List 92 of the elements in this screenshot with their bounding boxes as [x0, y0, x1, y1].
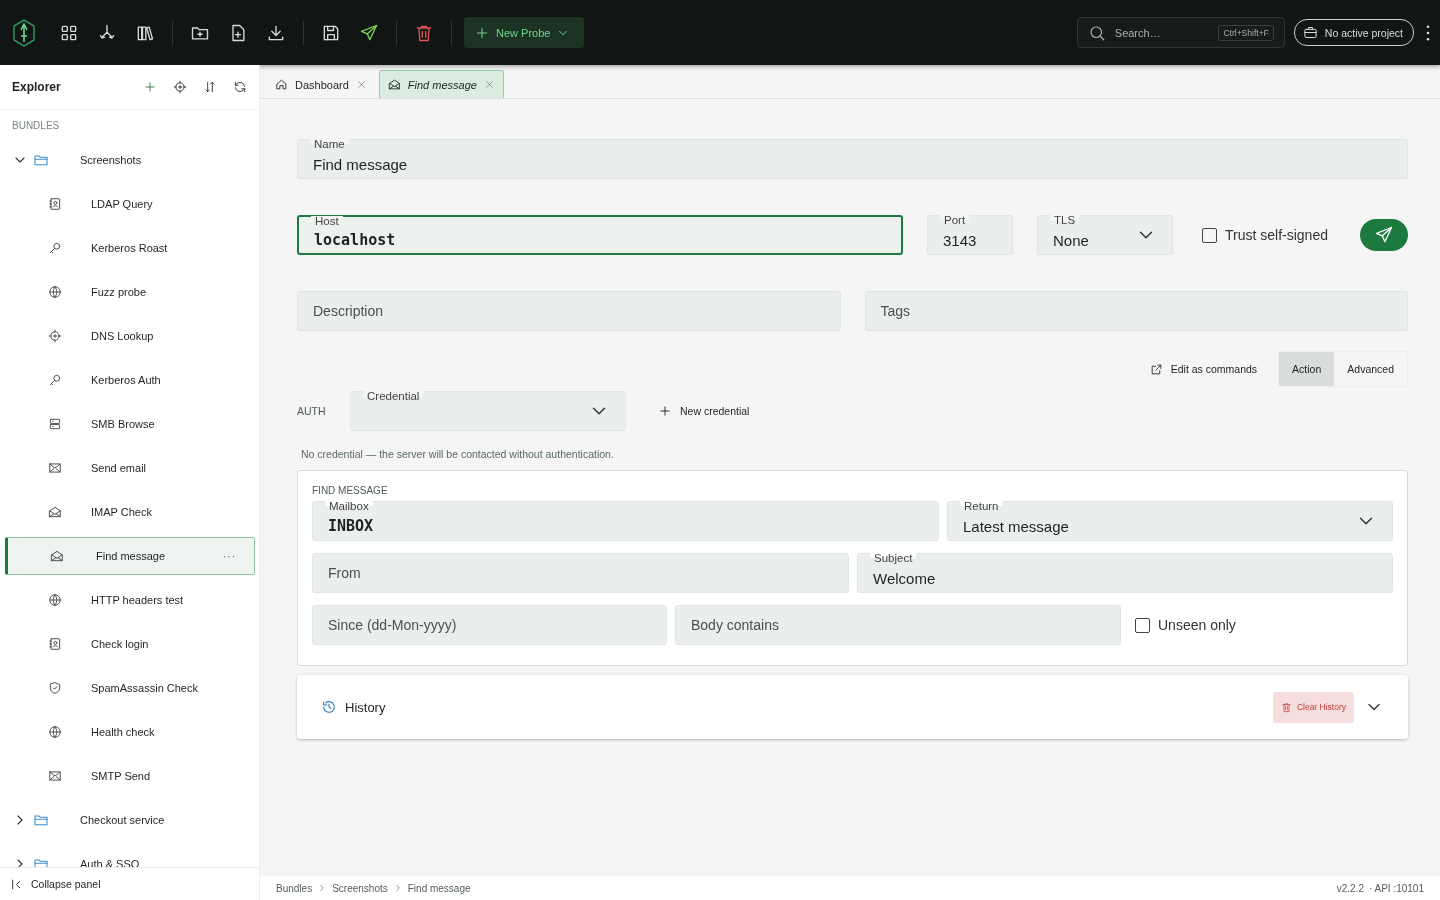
- globe-icon: [48, 285, 62, 299]
- tab[interactable]: Find message: [378, 70, 504, 98]
- section-label: AUTH: [297, 405, 327, 417]
- search-field[interactable]: Search…: [1114, 26, 1210, 39]
- tree-item[interactable]: Find message ···: [5, 537, 255, 575]
- tls-dropdown[interactable]: TLS None: [1037, 215, 1173, 255]
- tree-item[interactable]: IMAP Check: [5, 490, 255, 534]
- key-icon: [48, 373, 62, 387]
- external-link-icon: [1149, 362, 1163, 376]
- globe-icon: [48, 725, 62, 739]
- body-field[interactable]: Body contains: [675, 605, 1121, 645]
- tree-item[interactable]: Check login: [5, 622, 255, 666]
- send-icon: [1374, 225, 1394, 245]
- folder-icon: [33, 152, 49, 168]
- tree-item[interactable]: Kerberos Roast: [5, 226, 255, 270]
- clear-history-button[interactable]: Clear History: [1272, 691, 1354, 723]
- breadcrumb-link[interactable]: Screenshots: [332, 882, 388, 894]
- target-icon: [173, 80, 187, 94]
- history-icon: [321, 699, 337, 715]
- menu-button[interactable]: [1426, 24, 1430, 41]
- tree-item[interactable]: SpamAssassin Check: [5, 666, 255, 710]
- logo-icon: [12, 18, 36, 47]
- more-menu[interactable]: ···: [223, 550, 236, 562]
- tree-item[interactable]: HTTP headers test: [5, 578, 255, 622]
- tab[interactable]: Dashboard: [266, 70, 376, 98]
- panel-title: History: [345, 699, 387, 715]
- description-field[interactable]: Description: [297, 291, 841, 331]
- sort-icon: [203, 80, 217, 94]
- target-icon: [48, 329, 62, 343]
- menu-icon: [1426, 24, 1430, 41]
- credential-dropdown[interactable]: Credential: [350, 391, 626, 431]
- search-icon: [1087, 23, 1106, 42]
- new-credential-button[interactable]: New credential: [658, 404, 750, 418]
- shortcut-hint: Ctrl+Shift+F: [1218, 24, 1274, 41]
- subject-field[interactable]: Subject Welcome: [857, 553, 1393, 593]
- edit-commands-link[interactable]: Edit as commands: [1149, 362, 1258, 376]
- panel-title: Explorer: [12, 80, 62, 94]
- return-dropdown[interactable]: Return Latest message: [947, 501, 1393, 541]
- server-icon: [48, 417, 62, 431]
- tree-item[interactable]: DNS Lookup: [5, 314, 255, 358]
- key-icon: [48, 241, 62, 255]
- checkbox[interactable]: Unseen only: [1135, 617, 1236, 633]
- tree-item[interactable]: LDAP Query: [5, 182, 255, 226]
- name-field[interactable]: Name Find message: [297, 139, 1408, 179]
- breadcrumb-link[interactable]: Find message: [407, 882, 471, 894]
- tree-item[interactable]: Fuzz probe: [5, 270, 255, 314]
- send-icon: [359, 22, 379, 43]
- open-envelope-icon: [50, 549, 64, 563]
- refresh-button[interactable]: [233, 80, 247, 94]
- host-field[interactable]: Host localhost: [297, 215, 903, 255]
- tree-item[interactable]: Send email: [5, 446, 255, 490]
- open-envelope-icon: [48, 505, 62, 519]
- port-field[interactable]: Port 3143: [927, 215, 1013, 255]
- project-button[interactable]: No active project: [1293, 19, 1414, 46]
- refresh-icon: [233, 80, 247, 94]
- globe-icon: [48, 593, 62, 607]
- briefcase-icon: [1302, 25, 1318, 40]
- checkbox[interactable]: Trust self-signed: [1202, 227, 1328, 243]
- plus-icon: [143, 80, 157, 94]
- folder-icon: [33, 812, 49, 828]
- from-field[interactable]: From: [312, 553, 849, 593]
- home-icon: [275, 78, 288, 91]
- new-probe-button[interactable]: New Probe: [464, 17, 585, 48]
- trash-icon: [1280, 701, 1292, 713]
- shield-icon: [48, 681, 62, 695]
- tree-item[interactable]: SMTP Send: [5, 754, 255, 798]
- mode-tab[interactable]: Advanced: [1334, 352, 1407, 386]
- hint-text: No credential — the server will be contacted without authentication.: [301, 448, 615, 460]
- locate-button[interactable]: [173, 80, 187, 94]
- envelope-icon: [48, 461, 62, 475]
- folder-item[interactable]: Checkout service: [5, 798, 255, 842]
- card-title: FIND MESSAGE: [312, 485, 389, 496]
- tree-item[interactable]: SMB Browse: [5, 402, 255, 446]
- sort-button[interactable]: [203, 80, 217, 94]
- mode-tab[interactable]: Action: [1279, 352, 1335, 386]
- tree-item[interactable]: Health check: [5, 710, 255, 754]
- send-button[interactable]: [1360, 219, 1408, 251]
- api-text: · API :10101: [1368, 882, 1424, 894]
- open-envelope-icon: [387, 78, 401, 91]
- section-label: BUNDLES: [11, 119, 61, 133]
- tags-field[interactable]: Tags: [864, 291, 1408, 331]
- tree-item[interactable]: Kerberos Auth: [5, 358, 255, 402]
- contact-card-icon: [48, 197, 62, 211]
- breadcrumb-link[interactable]: Bundles: [276, 882, 313, 894]
- contact-card-icon: [48, 637, 62, 651]
- folder-item[interactable]: Screenshots: [5, 138, 255, 182]
- version-text: v2.2.2: [1336, 882, 1364, 894]
- collapse-icon: [10, 877, 23, 891]
- envelope-icon: [48, 769, 62, 783]
- since-field[interactable]: Since (dd-Mon-yyyy): [312, 605, 667, 645]
- plus-icon: [658, 404, 672, 418]
- mailbox-field[interactable]: Mailbox INBOX: [312, 501, 939, 541]
